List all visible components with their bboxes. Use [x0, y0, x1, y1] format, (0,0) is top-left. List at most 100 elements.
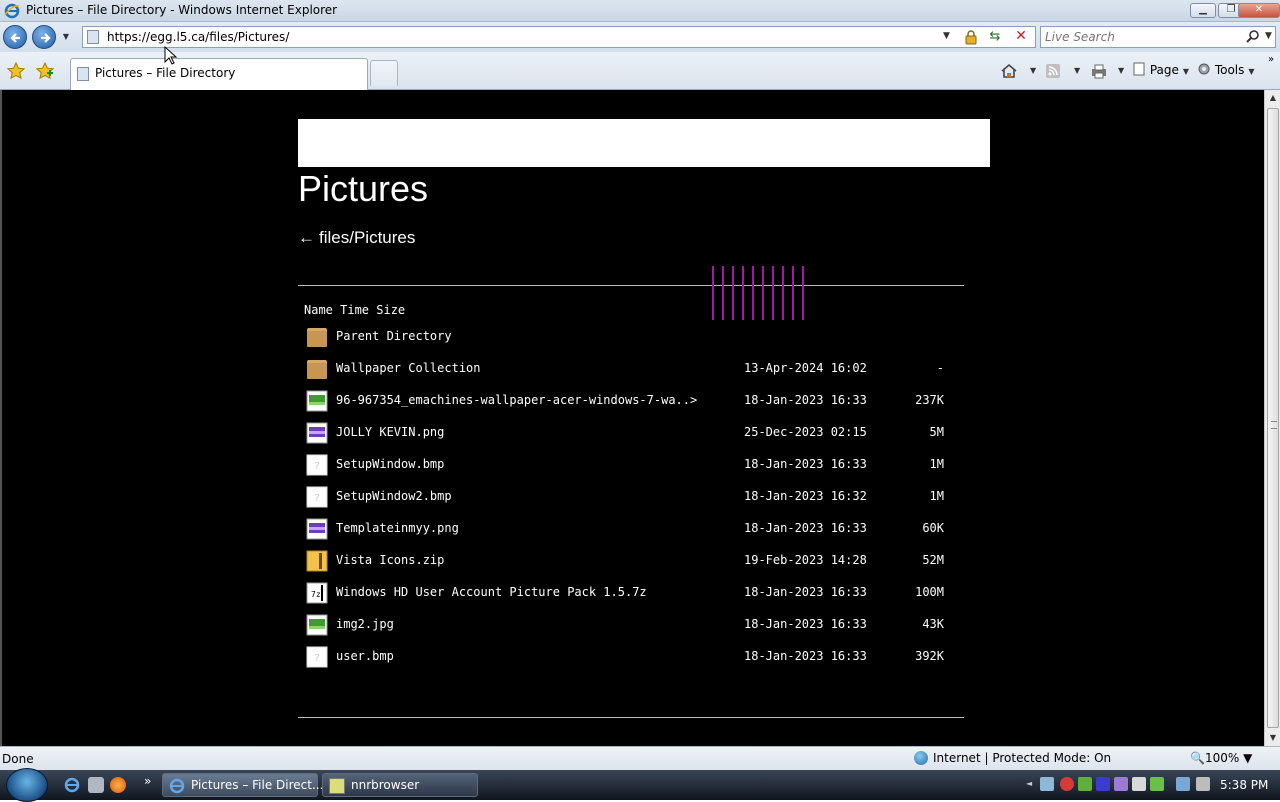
volume-icon[interactable]: [1196, 777, 1210, 791]
folder-icon[interactable]: [306, 358, 328, 380]
firefox-icon[interactable]: [110, 777, 126, 793]
favorites-star-icon[interactable]: [7, 62, 25, 80]
unknown-file-icon[interactable]: ?: [306, 646, 328, 668]
search-box[interactable]: ▼: [1040, 26, 1276, 48]
security-zone[interactable]: Internet | Protected Mode: On: [914, 751, 1111, 765]
file-name-link[interactable]: img2.jpg: [336, 617, 394, 631]
recent-pages-dropdown[interactable]: ▼: [60, 32, 72, 42]
tray-icon[interactable]: [1114, 777, 1128, 791]
address-url[interactable]: https://egg.l5.ca/files/Pictures/: [107, 30, 289, 44]
file-row-vista-icons-zip[interactable]: Vista Icons.zip 19-Feb-2023 14:28 52M: [304, 548, 964, 574]
page-menu[interactable]: Page ▼: [1132, 62, 1189, 80]
file-name-link[interactable]: Windows HD User Account Picture Pack 1.5…: [336, 585, 647, 599]
home-dropdown[interactable]: ▼: [1026, 62, 1036, 80]
file-name-link[interactable]: Parent Directory: [336, 329, 452, 343]
folder-icon[interactable]: [306, 326, 328, 348]
unknown-file-icon[interactable]: ?: [306, 454, 328, 476]
file-row-user-bmp[interactable]: ? user.bmp 18-Jan-2023 16:33 392K: [304, 644, 964, 670]
file-row-wallpaper-collection[interactable]: Wallpaper Collection 13-Apr-2024 16:02 -: [304, 356, 964, 382]
start-button[interactable]: [6, 768, 48, 802]
scroll-down-icon[interactable]: ▼: [1265, 730, 1280, 746]
new-tab-button[interactable]: [370, 60, 398, 86]
image-icon[interactable]: [306, 614, 328, 636]
scroll-up-icon[interactable]: ▲: [1265, 90, 1280, 106]
search-options-dropdown[interactable]: ▼: [1265, 31, 1272, 41]
file-size: 237K: [915, 393, 944, 407]
file-name-link[interactable]: Vista Icons.zip: [336, 553, 444, 567]
tray-icon[interactable]: [1096, 777, 1110, 791]
vertical-scrollbar[interactable]: ▲ ▼: [1264, 90, 1280, 746]
taskbar-button-label: Pictures – File Direct...: [191, 778, 324, 792]
back-arrow-link[interactable]: ←: [298, 228, 315, 247]
zoom-control[interactable]: 🔍100% ▼: [1190, 751, 1252, 765]
file-row-jolly-kevin-png[interactable]: JOLLY KEVIN.png 25-Dec-2023 02:15 5M: [304, 420, 964, 446]
archive-7z-icon[interactable]: 7z: [306, 582, 328, 604]
file-row-96-967354-emachines-wallpaper-acer-windows-7-wa[interactable]: 96-967354_emachines-wallpaper-acer-windo…: [304, 388, 964, 414]
file-date: 18-Jan-2023 16:33: [744, 649, 867, 663]
search-input[interactable]: [1045, 29, 1235, 45]
address-dropdown-icon[interactable]: ▼: [943, 31, 950, 41]
chevron-more-icon[interactable]: »: [1268, 54, 1274, 72]
tray-icon[interactable]: [1150, 777, 1164, 791]
print-icon[interactable]: [1090, 62, 1108, 80]
breadcrumb-path[interactable]: files/Pictures: [319, 228, 415, 247]
feeds-dropdown[interactable]: ▼: [1070, 62, 1080, 80]
page-menu-label: Page: [1149, 63, 1179, 77]
file-row-setupwindow-bmp[interactable]: ? SetupWindow.bmp 18-Jan-2023 16:33 1M: [304, 452, 964, 478]
file-row-img2-jpg[interactable]: img2.jpg 18-Jan-2023 16:33 43K: [304, 612, 964, 638]
clock[interactable]: 5:38 PM: [1220, 778, 1268, 792]
taskbar-button-ie[interactable]: Pictures – File Direct...: [162, 773, 323, 797]
stop-icon[interactable]: ✕: [1013, 28, 1029, 44]
taskbar-button-nnrbrowser[interactable]: nnrbrowser: [322, 773, 478, 797]
show-desktop-icon[interactable]: [88, 777, 104, 793]
file-name-link[interactable]: Templateinmyy.png: [336, 521, 459, 535]
tray-icon[interactable]: [1132, 777, 1146, 791]
unknown-file-icon[interactable]: ?: [306, 486, 328, 508]
address-bar[interactable]: https://egg.l5.ca/files/Pictures/ ▼ ⇆ ✕: [82, 26, 1036, 48]
refresh-icon[interactable]: ⇆: [987, 29, 1003, 45]
feeds-icon[interactable]: [1044, 62, 1062, 80]
add-favorites-icon[interactable]: [36, 62, 54, 80]
file-row-parent-directory[interactable]: Parent Directory: [304, 324, 964, 350]
tray-icon[interactable]: [1060, 777, 1074, 791]
tools-menu[interactable]: Tools ▼: [1197, 62, 1255, 80]
file-row-templateinmyy-png[interactable]: Templateinmyy.png 18-Jan-2023 16:33 60K: [304, 516, 964, 542]
scroll-thumb[interactable]: [1267, 108, 1279, 728]
forward-arrow-icon: [41, 33, 51, 43]
file-date: 18-Jan-2023 16:33: [744, 393, 867, 407]
search-icon[interactable]: [1245, 29, 1261, 45]
file-name-link[interactable]: 96-967354_emachines-wallpaper-acer-windo…: [336, 393, 697, 407]
network-icon[interactable]: [1176, 777, 1190, 791]
list-header: Name Time Size: [304, 303, 406, 317]
png-icon[interactable]: [306, 518, 328, 540]
file-name-link[interactable]: SetupWindow.bmp: [336, 457, 444, 471]
tray-icon[interactable]: [1078, 777, 1092, 791]
breadcrumb[interactable]: ← files/Pictures: [298, 228, 415, 248]
file-name-link[interactable]: JOLLY KEVIN.png: [336, 425, 444, 439]
globe-icon: [914, 751, 928, 765]
file-row-setupwindow2-bmp[interactable]: ? SetupWindow2.bmp 18-Jan-2023 16:32 1M: [304, 484, 964, 510]
png-icon[interactable]: [306, 422, 328, 444]
tab-pictures[interactable]: Pictures – File Directory: [70, 58, 368, 90]
tray-icon[interactable]: [1040, 777, 1054, 791]
file-size: 52M: [922, 553, 944, 567]
file-name-link[interactable]: Wallpaper Collection: [336, 361, 481, 375]
forward-button[interactable]: [32, 25, 56, 49]
file-name-link[interactable]: user.bmp: [336, 649, 394, 663]
back-button[interactable]: [3, 25, 27, 49]
address-toolbar: ▼ https://egg.l5.ca/files/Pictures/ ▼ ⇆ …: [0, 22, 1280, 52]
file-name-link[interactable]: SetupWindow2.bmp: [336, 489, 452, 503]
archive-icon[interactable]: [306, 550, 328, 572]
quicklaunch-chevron-icon[interactable]: »: [144, 774, 151, 788]
lock-icon[interactable]: [963, 29, 979, 45]
image-icon[interactable]: [306, 390, 328, 412]
tray-expand-icon[interactable]: ◄: [1026, 779, 1032, 788]
print-dropdown[interactable]: ▼: [1114, 62, 1124, 80]
file-row-windows-hd-user-account-picture-pack-1-5-7z[interactable]: 7z Windows HD User Account Picture Pack 1…: [304, 580, 964, 606]
close-button[interactable]: ✕: [1238, 3, 1280, 18]
ie-icon[interactable]: [64, 777, 80, 793]
home-icon[interactable]: [1000, 62, 1018, 80]
header-banner: [298, 119, 990, 167]
taskbar: » Pictures – File Direct... nnrbrowser ◄…: [0, 768, 1280, 802]
minimize-button[interactable]: ▁: [1190, 3, 1216, 18]
